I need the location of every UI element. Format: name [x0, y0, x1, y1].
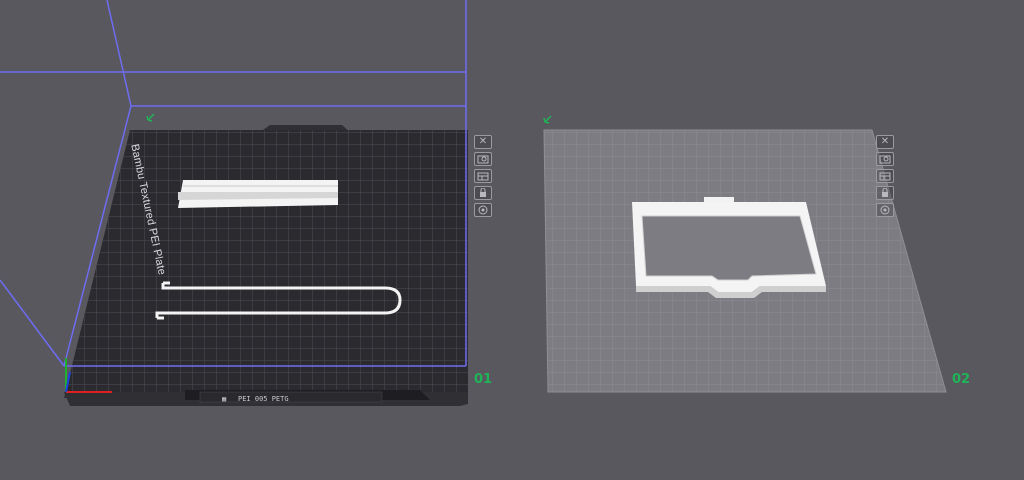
plate-1-toolbar: ✕: [474, 135, 492, 217]
plate-2-move-handle-icon: [543, 115, 552, 124]
qr-icon: ▦: [222, 395, 227, 403]
arrange-icon[interactable]: [876, 169, 894, 183]
plate-2-number: 02: [952, 372, 971, 387]
model-rail[interactable]: [178, 180, 338, 208]
3d-viewport[interactable]: Bambu Textured PEI Plate ▦ PEI 005 PETG …: [0, 0, 1024, 480]
settings-icon[interactable]: [876, 203, 894, 217]
bed-tab-text: PEI 005 PETG: [238, 395, 289, 403]
lock-icon[interactable]: [876, 186, 894, 200]
auto-orient-icon[interactable]: [876, 152, 894, 166]
plate-1-bed: [64, 125, 468, 406]
plate-1-number: 01: [474, 372, 493, 387]
model-frame[interactable]: [632, 197, 826, 298]
settings-icon[interactable]: [474, 203, 492, 217]
plate-1-move-handle-icon: [146, 113, 155, 122]
plate-2-toolbar: ✕: [876, 135, 894, 217]
build-volume-back: [0, 0, 467, 107]
close-icon[interactable]: ✕: [876, 135, 894, 149]
arrange-icon[interactable]: [474, 169, 492, 183]
lock-icon[interactable]: [474, 186, 492, 200]
auto-orient-icon[interactable]: [474, 152, 492, 166]
close-icon[interactable]: ✕: [474, 135, 492, 149]
bed-tab: ▦ PEI 005 PETG: [216, 394, 381, 404]
